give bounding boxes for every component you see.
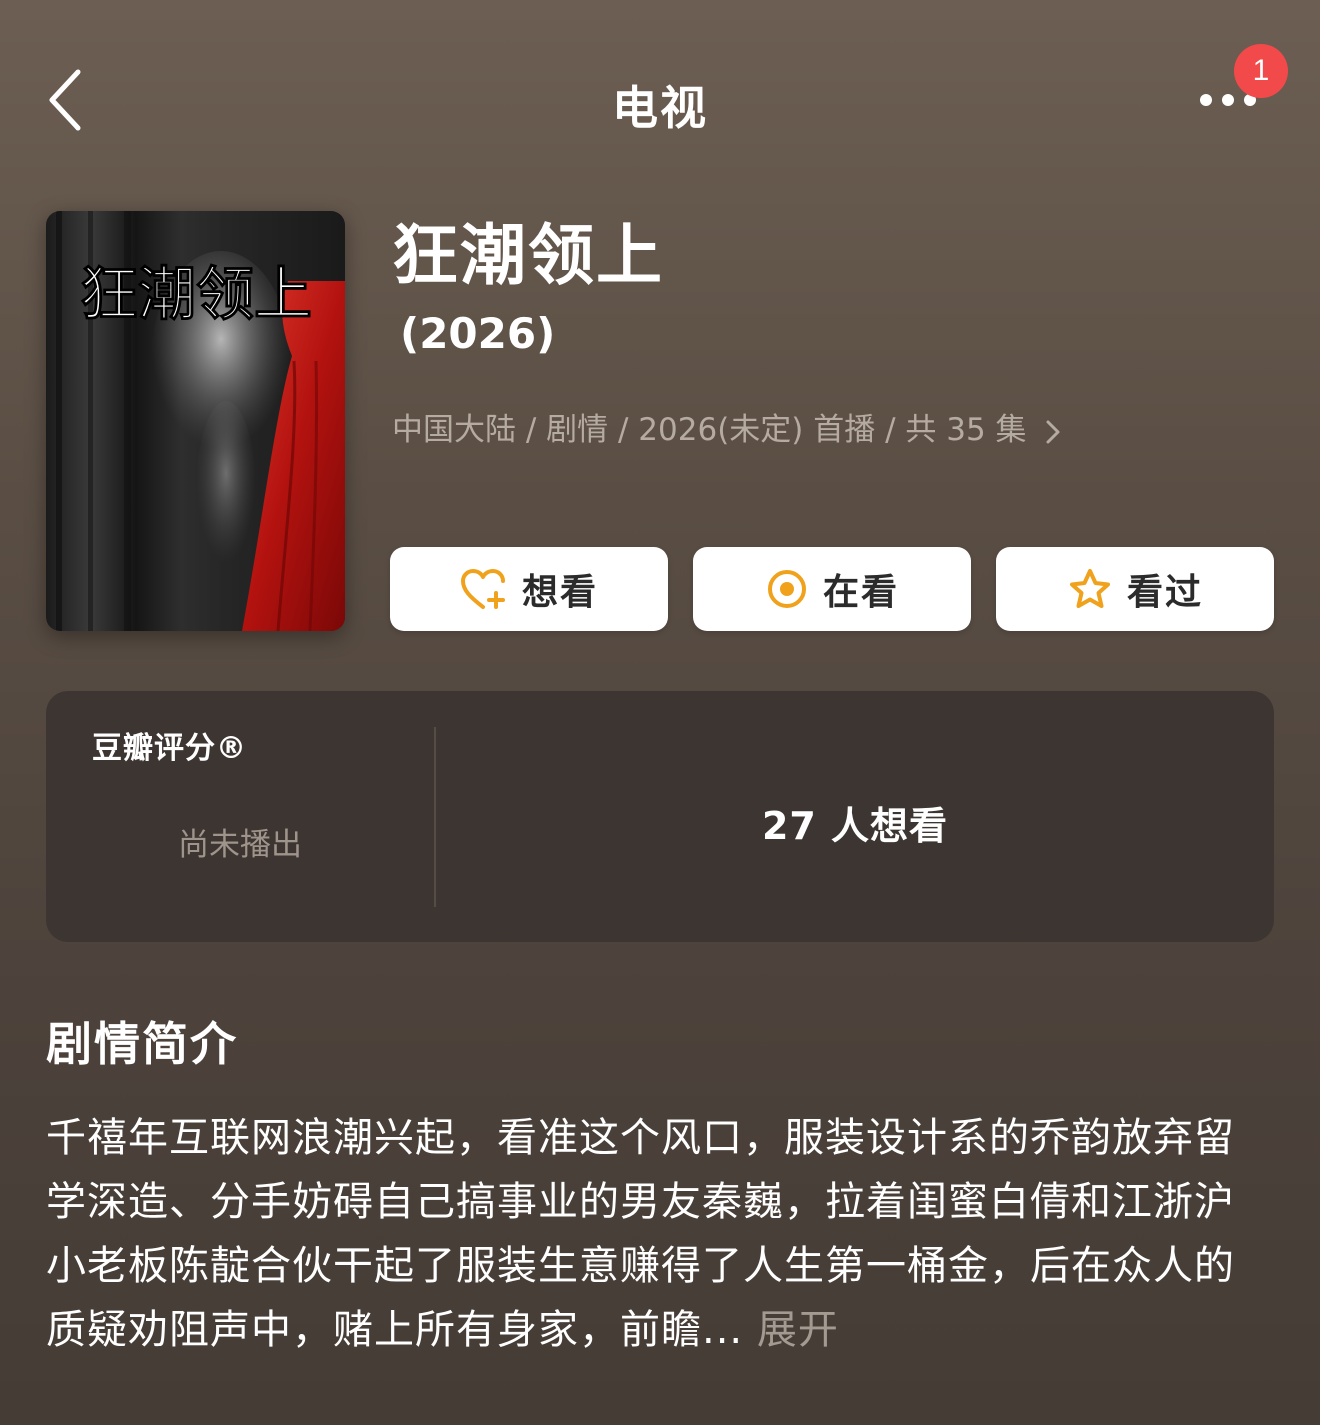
synopsis-text-block: 千禧年互联网浪潮兴起，看准这个风口，服装设计系的乔韵放弃留学深造、分手妨碍自己搞… [46,1106,1274,1362]
star-icon [1069,569,1110,608]
show-meta-info[interactable]: 中国大陆 / 剧情 / 2026(未定) 首播 / 共 35 集 [392,408,1064,452]
target-circle-icon [767,570,806,608]
poster-image[interactable]: 狂潮领上 [46,211,345,631]
poster-artwork: 狂潮领上 [46,211,345,631]
rating-status: 尚未播出 [178,827,302,863]
page-title: 电视 [612,81,708,135]
show-title: 狂潮领上 [392,217,664,294]
want-to-watch-label: 想看 [521,572,598,613]
meta-text: 中国大陆 / 剧情 / 2026(未定) 首播 / 共 35 集 [392,412,1027,448]
heart-plus-icon [460,569,505,609]
top-nav-bar: 电视 1 [0,0,1320,200]
rating-card[interactable]: 豆瓣评分® 尚未播出 27 人想看 [46,691,1274,942]
want-to-watch-button[interactable]: 想看 [390,547,668,631]
show-year: (2026) [400,309,556,358]
synopsis-text: 千禧年互联网浪潮兴起，看准这个风口，服装设计系的乔韵放弃留学深造、分手妨碍自己搞… [46,1115,1235,1353]
poster-title-text: 狂潮领上 [80,260,312,328]
chevron-right-icon [1046,420,1060,443]
expand-link[interactable]: 展开 [743,1307,839,1353]
synopsis-heading: 剧情简介 [46,1017,238,1071]
watched-button[interactable]: 看过 [996,547,1274,631]
want-count: 27 人想看 [761,804,949,848]
douban-rating-label: 豆瓣评分® [92,731,247,766]
notification-badge: 1 [1234,44,1288,98]
watched-label: 看过 [1126,572,1203,613]
watching-button[interactable]: 在看 [693,547,971,631]
watching-label: 在看 [822,572,899,613]
